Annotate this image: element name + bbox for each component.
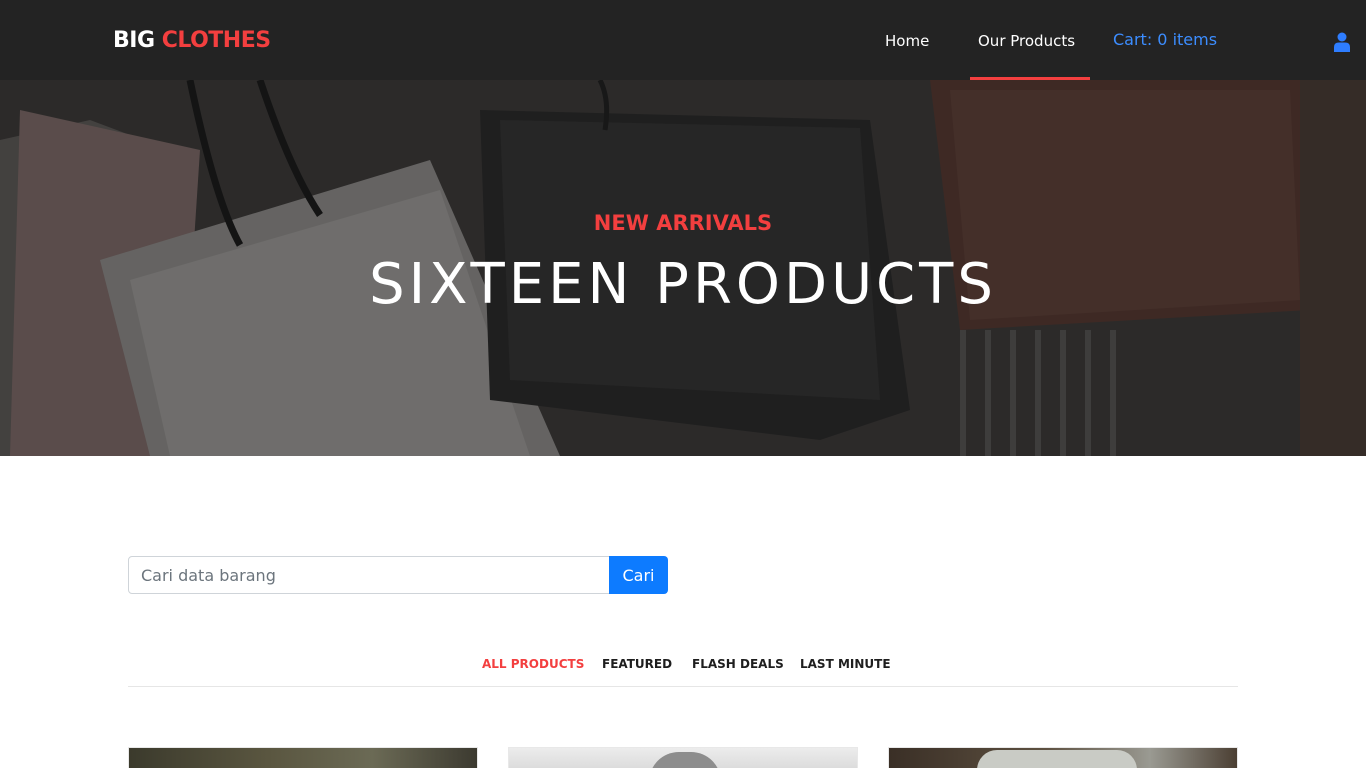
brand-text-big: BIG [113, 28, 155, 53]
tab-all-products[interactable]: ALL PRODUCTS [482, 657, 584, 671]
product-image [649, 752, 721, 768]
product-card[interactable] [888, 747, 1238, 768]
user-icon[interactable] [1334, 32, 1350, 52]
nav-link-our-products[interactable]: Our Products [978, 32, 1075, 50]
product-filter-tabs: ALL PRODUCTS FEATURED FLASH DEALS LAST M… [128, 656, 1238, 687]
product-image [977, 750, 1137, 768]
hero-kicker: NEW ARRIVALS [593, 211, 773, 235]
brand-logo[interactable]: BIG CLOTHES [113, 28, 271, 54]
product-card[interactable] [508, 747, 858, 768]
hero-banner: NEW ARRIVALS SIXTEEN PRODUCTS [0, 80, 1366, 456]
tab-flash-deals[interactable]: FLASH DEALS [692, 657, 784, 671]
product-image [129, 748, 477, 768]
hero-title: SIXTEEN PRODUCTS [369, 252, 997, 317]
product-card[interactable] [128, 747, 478, 768]
navbar: BIG CLOTHES Home Our Products Cart: 0 it… [0, 0, 1366, 80]
nav-link-home[interactable]: Home [885, 32, 929, 50]
search-button[interactable]: Cari [609, 556, 668, 594]
brand-text-clothes: CLOTHES [161, 28, 271, 53]
tab-featured[interactable]: FEATURED [602, 657, 672, 671]
search-input[interactable] [128, 556, 610, 594]
tab-last-minute[interactable]: LAST MINUTE [800, 657, 891, 671]
nav-link-cart[interactable]: Cart: 0 items [1113, 31, 1217, 49]
